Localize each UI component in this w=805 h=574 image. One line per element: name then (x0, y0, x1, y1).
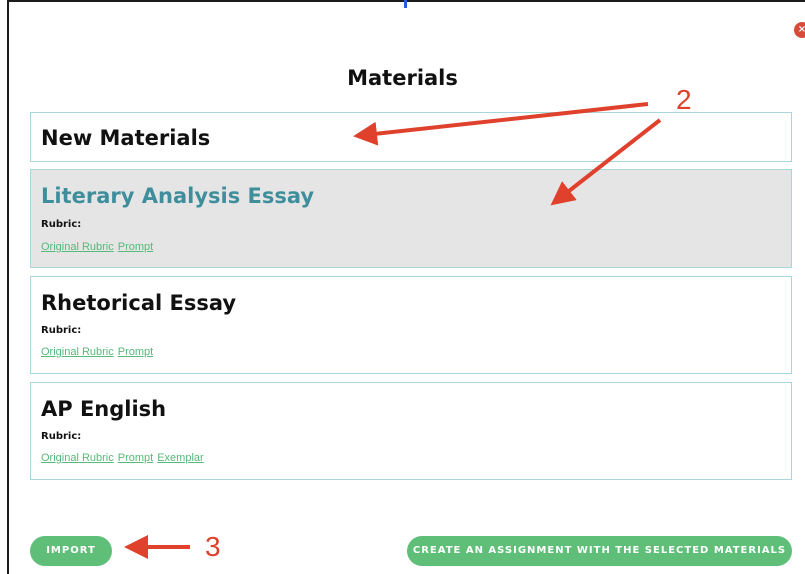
annotation-arrow-to-literary-card (550, 118, 662, 206)
annotation-arrow-to-new-materials (353, 102, 649, 146)
annotation-number-3: 3 (205, 531, 221, 562)
annotation-number-2: 2 (676, 84, 692, 115)
